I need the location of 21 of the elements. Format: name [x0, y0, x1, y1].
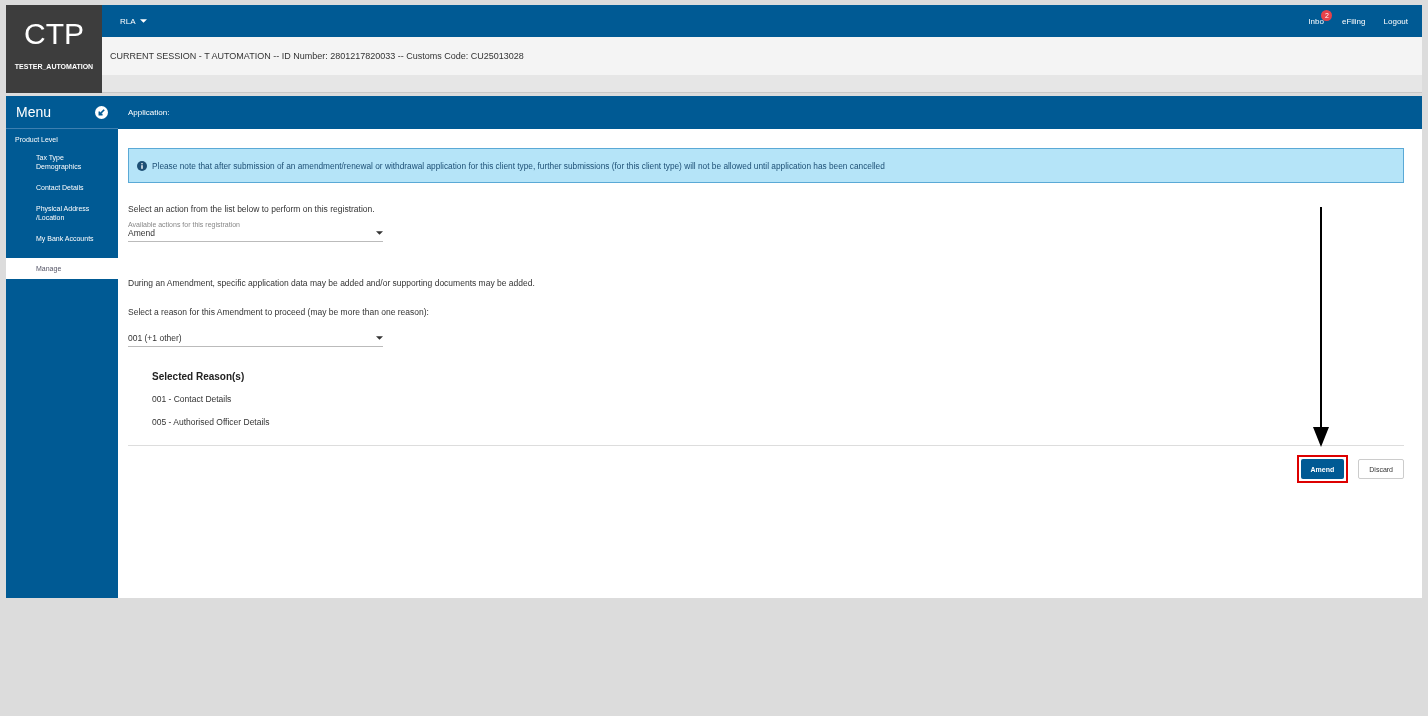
session-info: CURRENT SESSION - T AUTOMATION -- ID Number: 2801217820033 -- Customs Code: CU25013028 — [110, 51, 524, 61]
caret-icon — [376, 336, 383, 340]
caret-icon — [139, 19, 147, 23]
nav-link[interactable]: Inbo — [1308, 16, 1324, 26]
instruction-text: During an Amendment, specific application data may be added and/or supporting documents may be added. — [128, 278, 536, 288]
caret-icon — [376, 231, 383, 235]
instruction-text: Select a reason for this Amendment to proceed (may be more than one reason): — [128, 307, 430, 317]
reason-item: 005 - Authorised Officer Details — [152, 417, 271, 427]
reason-item: 001 - Contact Details — [152, 394, 233, 404]
reason-dropdown[interactable]: 001 (+1 other) — [128, 333, 383, 347]
logo-title: CTP — [24, 17, 84, 51]
collapse-icon[interactable] — [95, 105, 108, 119]
menu-title: Menu — [16, 104, 52, 120]
info-icon — [137, 160, 147, 171]
instruction-text: Select an action from the list below to perform on this registration. — [128, 204, 376, 214]
info-text: Please note that after submission of an amendment/renewal or withdrawal application for this client type, further submissions (for this client type) will not be allowed until application has been cancelled — [152, 160, 885, 171]
menu-dropdown[interactable]: RLA — [120, 16, 147, 26]
nav-link[interactable]: Logout — [1383, 16, 1408, 26]
nav-link[interactable]: eFiling — [1341, 16, 1366, 26]
section-heading: Selected Reason(s) — [152, 371, 246, 382]
panel-title: Application: — [128, 108, 170, 117]
